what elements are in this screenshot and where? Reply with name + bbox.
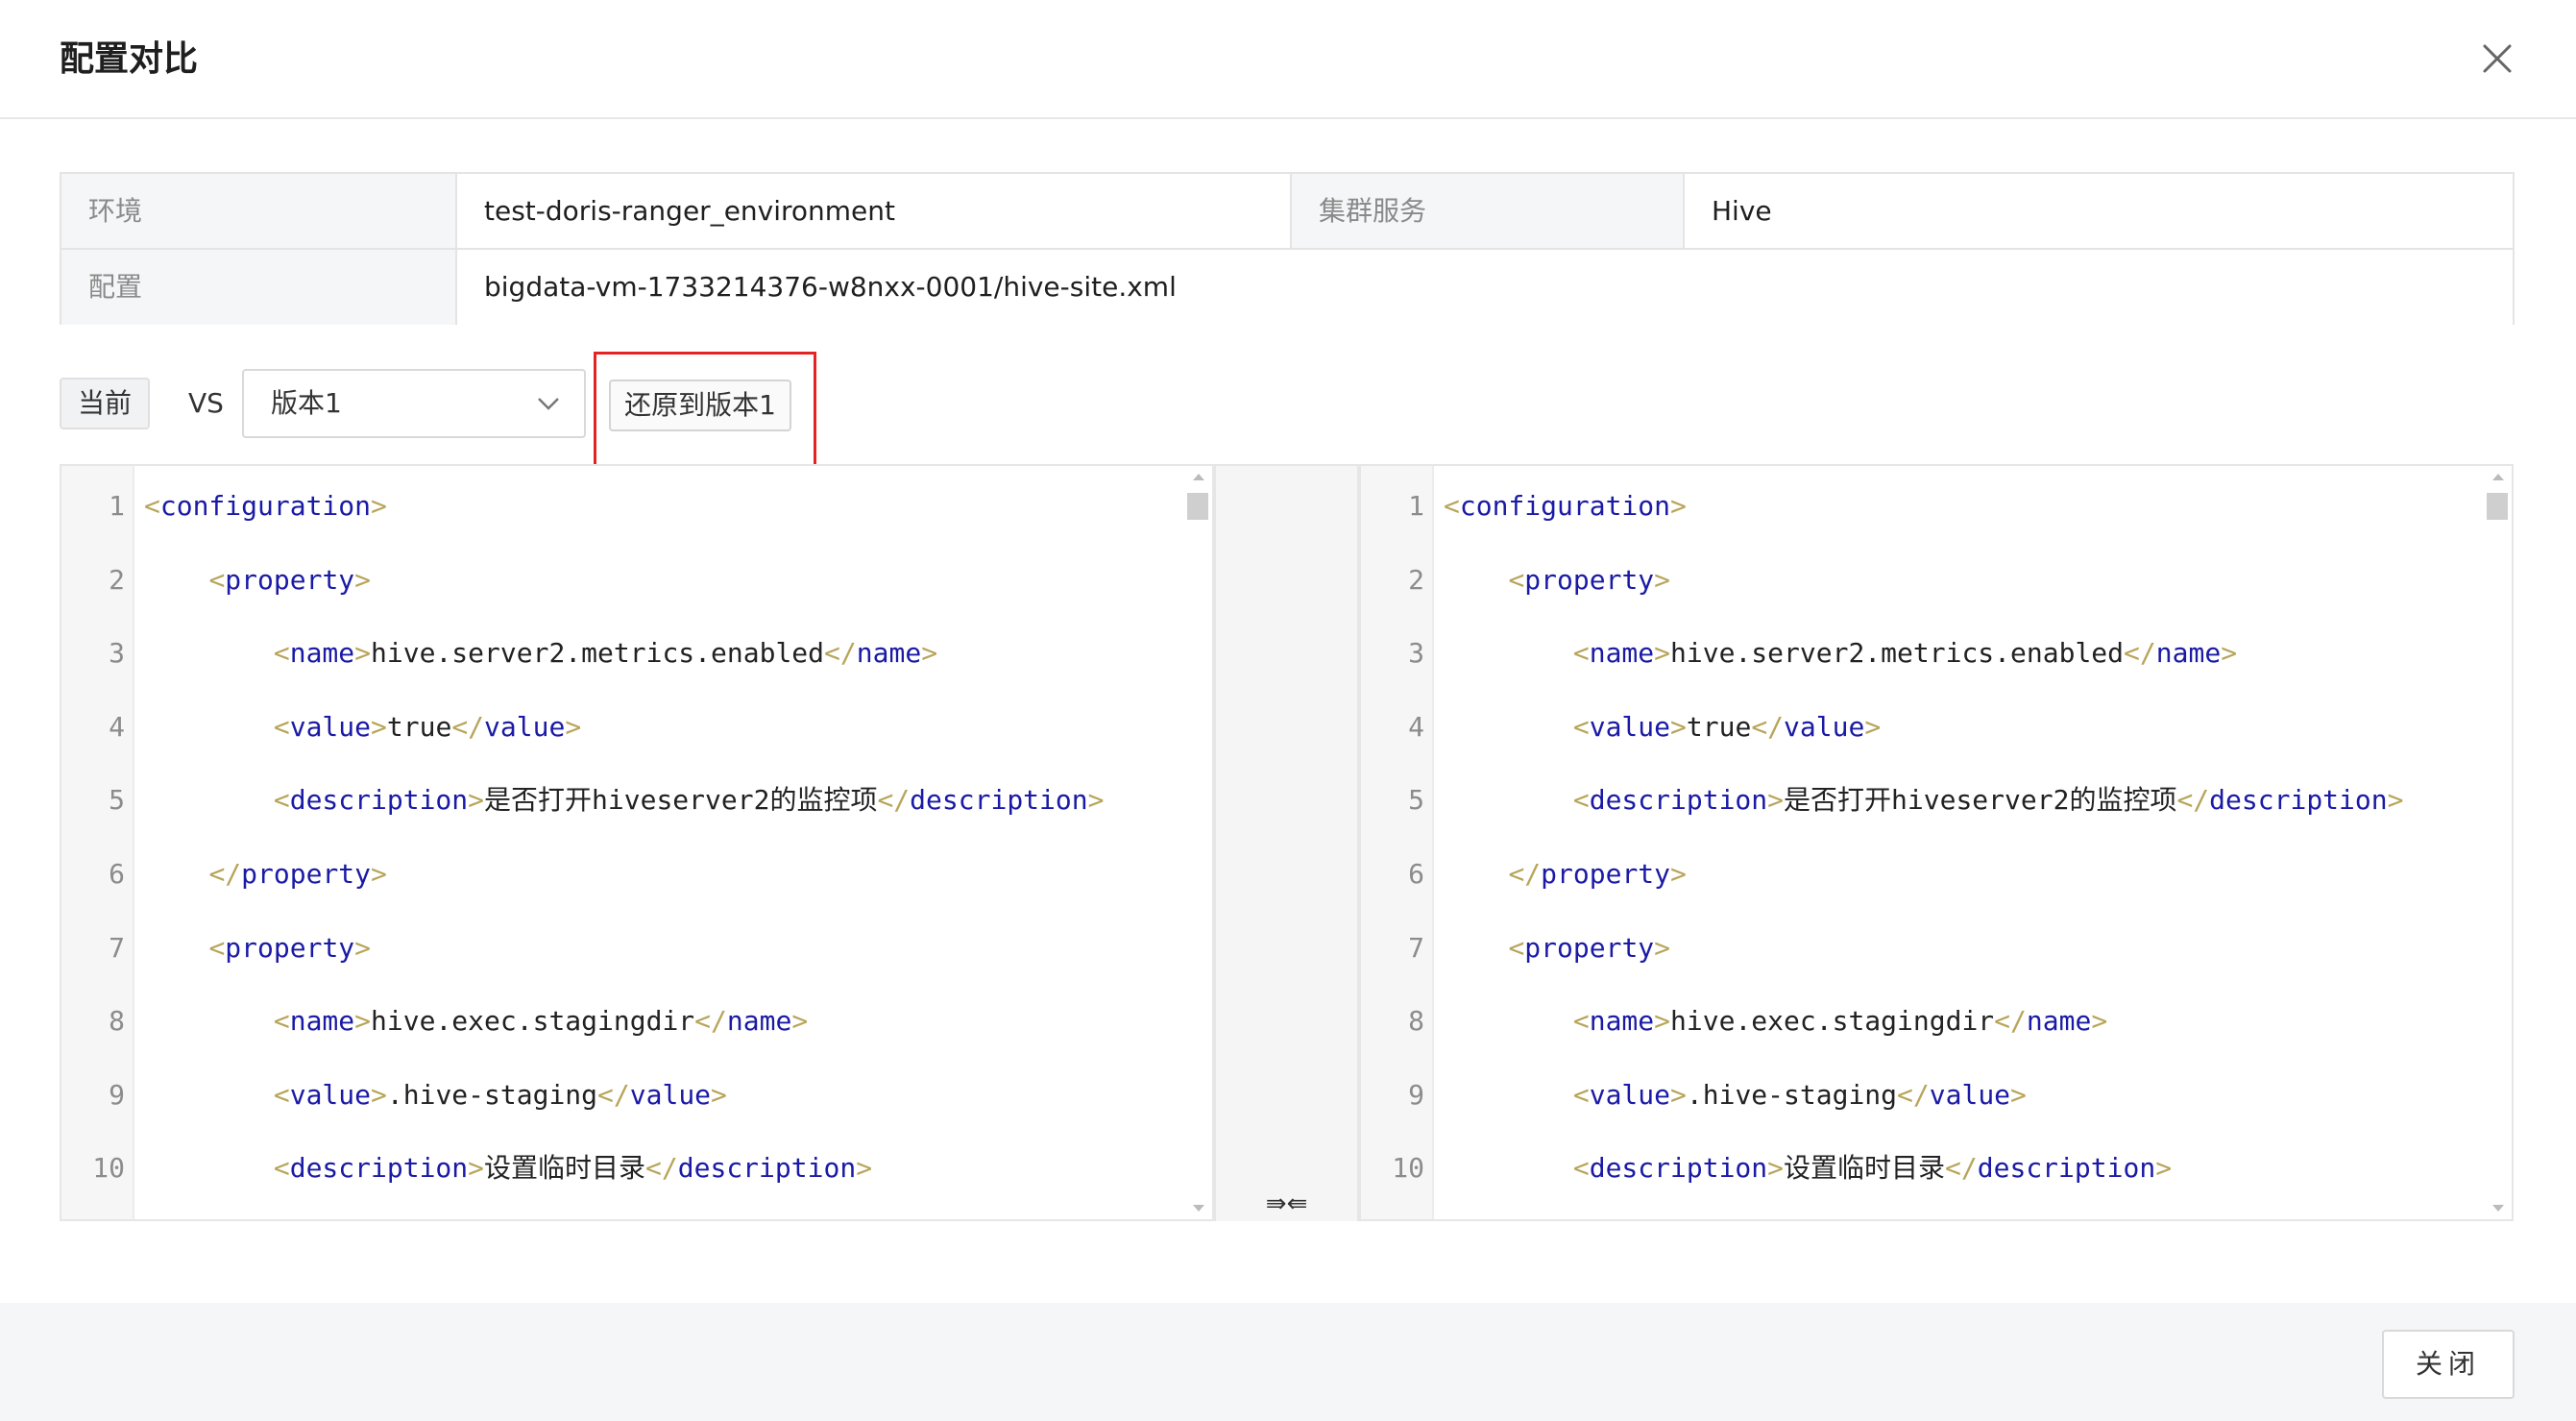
- config-label: 配置: [61, 250, 457, 325]
- code-text: <description>是否打开hiveserver2的监控项</descri…: [1572, 784, 2404, 817]
- code-text: <description>设置临时目录</description>: [273, 1152, 873, 1185]
- code-text: </property>: [208, 858, 387, 890]
- code-line: 1 <configuration>: [61, 478, 1212, 535]
- line-number: 9: [1408, 1078, 1424, 1111]
- scrollbar-thumb[interactable]: [1187, 493, 1208, 520]
- code-text: <name>hive.server2.metrics.enabled</name…: [273, 637, 938, 670]
- code-line: 7 <property>: [1361, 919, 2512, 977]
- code-text: <name>hive.server2.metrics.enabled</name…: [1572, 637, 2238, 670]
- line-number: 3: [109, 637, 125, 670]
- code-text: <description>设置临时目录</description>: [1572, 1152, 2173, 1185]
- code-line: 6 </property>: [1361, 845, 2512, 903]
- code-text: <property>: [208, 931, 372, 964]
- code-line: 9 <value>.hive-staging</value>: [61, 1066, 1212, 1124]
- code-line: 1 <configuration>: [1361, 478, 2512, 535]
- line-number: 5: [109, 784, 125, 817]
- scroll-up-icon[interactable]: [1191, 472, 1206, 481]
- code-line: 5 <description>是否打开hiveserver2的监控项</desc…: [1361, 772, 2512, 829]
- code-line: 4 <value>true</value>: [61, 698, 1212, 756]
- code-line: 6 </property>: [61, 845, 1212, 903]
- code-line: 2 <property>: [1361, 551, 2512, 609]
- code-text: <property>: [1508, 931, 1671, 964]
- code-line: 5 <description>是否打开hiveserver2的监控项</desc…: [61, 772, 1212, 829]
- dialog-footer: [0, 1303, 2576, 1421]
- code-line: 8 <name>hive.exec.stagingdir</name>: [1361, 992, 2512, 1050]
- code-text: <configuration>: [1444, 490, 1687, 522]
- line-number: 5: [1408, 784, 1424, 817]
- code-line: 10 <description>设置临时目录</description>: [1361, 1139, 2512, 1197]
- close-button[interactable]: 关闭: [2382, 1330, 2515, 1399]
- code-line: 4 <value>true</value>: [1361, 698, 2512, 756]
- line-number: 8: [109, 1005, 125, 1038]
- code-text: </property>: [1508, 858, 1687, 890]
- code-text: <configuration>: [144, 490, 387, 522]
- line-number: 10: [92, 1152, 125, 1185]
- line-number: 7: [1408, 931, 1424, 964]
- line-number: 7: [109, 931, 125, 964]
- scroll-down-icon[interactable]: [2491, 1204, 2506, 1213]
- code-text: <value>true</value>: [1572, 710, 1882, 743]
- editor-version[interactable]: 1 <configuration> 2 <property> 3 <name>hive…: [1359, 464, 2514, 1221]
- service-value: Hive: [1685, 174, 2513, 249]
- vs-label: VS: [188, 387, 224, 419]
- code-text: <name>hive.exec.stagingdir</name>: [273, 1005, 809, 1038]
- env-label: 环境: [61, 174, 457, 249]
- code-text: <property>: [208, 563, 372, 596]
- line-number: 1: [109, 490, 125, 522]
- close-icon[interactable]: [2476, 35, 2518, 83]
- restore-version-button[interactable]: 还原到版本1: [609, 380, 791, 431]
- scrollbar-thumb[interactable]: [2487, 493, 2508, 520]
- line-number: 4: [1408, 710, 1424, 743]
- code-text: <value>.hive-staging</value>: [273, 1078, 727, 1111]
- info-table: 环境 test-doris-ranger_environment 集群服务 Hi…: [60, 172, 2515, 325]
- code-line: 3 <name>hive.server2.metrics.enabled</na…: [1361, 625, 2512, 682]
- editor-current[interactable]: 1 <configuration> 2 <property> 3 <name>hive…: [60, 464, 1214, 1221]
- chevron-down-icon: [538, 398, 559, 410]
- line-number: 9: [109, 1078, 125, 1111]
- config-value: bigdata-vm-1733214376-w8nxx-0001/hive-si…: [457, 250, 2513, 325]
- service-label: 集群服务: [1290, 174, 1685, 249]
- code-line: 9 <value>.hive-staging</value>: [1361, 1066, 2512, 1124]
- version-select[interactable]: 版本1: [242, 369, 586, 438]
- code-text: <value>true</value>: [273, 710, 582, 743]
- code-line: 10 <description>设置临时目录</description>: [61, 1139, 1212, 1197]
- scroll-down-icon[interactable]: [1191, 1204, 1206, 1213]
- line-number: 8: [1408, 1005, 1424, 1038]
- version-select-value: 版本1: [271, 387, 342, 419]
- code-line: 3 <name>hive.server2.metrics.enabled</na…: [61, 625, 1212, 682]
- scroll-up-icon[interactable]: [2491, 472, 2506, 481]
- code-text: <description>是否打开hiveserver2的监控项</descri…: [273, 784, 1105, 817]
- code-text: <property>: [1508, 563, 1671, 596]
- code-text: <name>hive.exec.stagingdir</name>: [1572, 1005, 2108, 1038]
- diff-gutter: ⇛⇚: [1214, 464, 1359, 1221]
- current-tag: 当前: [60, 378, 150, 429]
- code-text: <value>.hive-staging</value>: [1572, 1078, 2027, 1111]
- line-number: 6: [109, 858, 125, 890]
- line-number: 4: [109, 710, 125, 743]
- line-number: 3: [1408, 637, 1424, 670]
- merge-arrows-icon[interactable]: ⇛⇚: [1216, 1187, 1357, 1221]
- code-line: 8 <name>hive.exec.stagingdir</name>: [61, 992, 1212, 1050]
- dialog-header: 配置对比: [0, 0, 2576, 119]
- env-value: test-doris-ranger_environment: [457, 174, 1290, 249]
- line-number: 10: [1392, 1152, 1424, 1185]
- line-number: 2: [109, 563, 125, 596]
- dialog-title: 配置对比: [60, 39, 199, 79]
- line-number: 1: [1408, 490, 1424, 522]
- line-number: 6: [1408, 858, 1424, 890]
- line-number: 2: [1408, 563, 1424, 596]
- code-line: 2 <property>: [61, 551, 1212, 609]
- code-line: 7 <property>: [61, 919, 1212, 977]
